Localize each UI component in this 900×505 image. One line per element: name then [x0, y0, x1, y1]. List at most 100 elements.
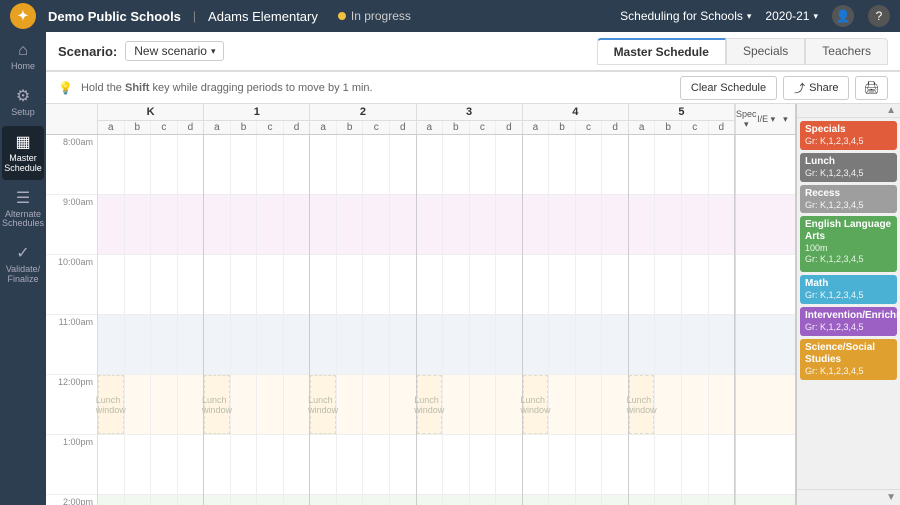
special-card-ela[interactable]: English Language Arts 100m Gr: K,1,2,3,4…: [800, 216, 897, 272]
special-card-recess[interactable]: Recess Gr: K,1,2,3,4,5: [800, 185, 897, 214]
help-icon[interactable]: ?: [868, 5, 890, 27]
5-col-a: a: [629, 121, 656, 134]
4-col-b: b: [549, 121, 576, 134]
time-col-header: [46, 104, 98, 134]
special-card-specials[interactable]: Specials Gr: K,1,2,3,4,5: [800, 121, 897, 150]
grade-name-1: 1: [204, 104, 309, 121]
year-dropdown[interactable]: 2020-21 ▾: [765, 9, 818, 23]
grid-inner: K a b c d 1 a: [46, 104, 795, 505]
grade-name-4: 4: [523, 104, 628, 121]
special-card-lunch-title: Lunch: [805, 156, 892, 168]
special-card-specials-title: Specials: [805, 124, 892, 136]
special-card-intervention[interactable]: Intervention/Enrichment Gr: K,1,2,3,4,5: [800, 307, 897, 336]
grade-header-4: 4 a b c d: [523, 104, 629, 134]
sidebar-label-alternate: AlternateSchedules: [2, 210, 44, 230]
tab-specials[interactable]: Specials: [726, 38, 805, 65]
specials-panel-scroll-up[interactable]: ▲: [797, 104, 900, 118]
k-col-d-cells[interactable]: [178, 135, 204, 505]
2-col-d: d: [390, 121, 416, 134]
4-col-c: c: [576, 121, 603, 134]
tab-teachers[interactable]: Teachers: [805, 38, 888, 65]
sidebar-item-home[interactable]: ⌂ Home: [2, 36, 44, 78]
1-col-a: a: [204, 121, 231, 134]
special-card-ela-title: English Language Arts: [805, 219, 892, 243]
tab-master-schedule[interactable]: Master Schedule: [597, 38, 726, 65]
grade-cols-2: Lunch window: [310, 135, 416, 505]
share-label: Share: [809, 82, 838, 94]
scenario-bar: Scenario: New scenario ▾ Master Schedule…: [46, 32, 900, 72]
grade-header-1: 1 a b c d: [204, 104, 310, 134]
2-col-b: b: [337, 121, 364, 134]
toolbar-hint: Hold the Shift key while dragging period…: [81, 82, 373, 94]
time-label-100: 1:00pm: [46, 435, 97, 495]
special-card-math-title: Math: [805, 278, 892, 290]
app-logo[interactable]: ✦: [10, 3, 36, 29]
k-col-c-cells[interactable]: [151, 135, 178, 505]
special-card-math-sub: Gr: K,1,2,3,4,5: [805, 290, 892, 301]
print-button[interactable]: 🖨: [855, 76, 888, 100]
grade-cols-1: Lunch window: [204, 135, 310, 505]
special-card-math[interactable]: Math Gr: K,1,2,3,4,5: [800, 275, 897, 304]
spec-col-label[interactable]: Spec ▾: [736, 109, 757, 130]
special-card-science-title: Science/Social Studies: [805, 342, 892, 366]
special-card-specials-sub: Gr: K,1,2,3,4,5: [805, 136, 892, 147]
3-col-d: d: [496, 121, 522, 134]
scheduling-dropdown[interactable]: Scheduling for Schools ▾: [620, 9, 751, 23]
validate-icon: ✓: [16, 243, 29, 263]
grade-name-5: 5: [629, 104, 734, 121]
grade-name-2: 2: [310, 104, 415, 121]
sidebar: ⌂ Home ⚙ Setup ▦ MasterSchedule ☰ Altern…: [0, 32, 46, 505]
specials-cards-list: Specials Gr: K,1,2,3,4,5 Lunch Gr: K,1,2…: [797, 118, 900, 489]
special-card-science[interactable]: Science/Social Studies Gr: K,1,2,3,4,5: [800, 339, 897, 380]
share-button[interactable]: ⤴ Share: [783, 76, 849, 100]
sidebar-item-alternate[interactable]: ☰ AlternateSchedules: [2, 182, 44, 236]
time-label-800: 8:00am: [46, 135, 97, 195]
special-card-intervention-sub: Gr: K,1,2,3,4,5: [805, 322, 892, 333]
time-label-900: 9:00am: [46, 195, 97, 255]
extra-col-label[interactable]: ▾: [776, 114, 795, 125]
scroll-down-icon: ▼: [886, 492, 896, 503]
grade-headers: K a b c d 1 a: [46, 104, 795, 135]
grade-name-3: 3: [417, 104, 522, 121]
k-col-b-cells[interactable]: [125, 135, 152, 505]
scenario-chevron-icon: ▾: [211, 46, 216, 57]
sidebar-label-validate: Validate/Finalize: [6, 265, 40, 285]
grade-header-k: K a b c d: [98, 104, 204, 134]
sidebar-item-setup[interactable]: ⚙ Setup: [2, 80, 44, 124]
scroll-up-icon: ▲: [886, 105, 896, 116]
scenario-value: New scenario: [134, 44, 207, 58]
1-col-b: b: [231, 121, 258, 134]
grade-cols-5: Lunch window: [629, 135, 735, 505]
3-col-a: a: [417, 121, 444, 134]
user-icon[interactable]: 👤: [832, 5, 854, 27]
clear-schedule-button[interactable]: Clear Schedule: [680, 76, 777, 100]
grade-cols-3: Lunch window: [417, 135, 523, 505]
sidebar-item-validate[interactable]: ✓ Validate/Finalize: [2, 237, 44, 291]
specials-panel-scroll-down[interactable]: ▼: [797, 489, 900, 505]
status-dot: [338, 12, 346, 20]
schedule-grid[interactable]: K a b c d 1 a: [46, 104, 795, 505]
nav-separator: |: [193, 9, 196, 23]
scenario-dropdown[interactable]: New scenario ▾: [125, 41, 224, 61]
grade-header-3: 3 a b c d: [417, 104, 523, 134]
special-card-intervention-title: Intervention/Enrichment: [805, 310, 892, 322]
grid-columns: Lunch window: [98, 135, 735, 505]
sidebar-item-master[interactable]: ▦ MasterSchedule: [2, 126, 44, 180]
main-content: Scenario: New scenario ▾ Master Schedule…: [46, 32, 900, 505]
sidebar-label-master: MasterSchedule: [4, 154, 42, 174]
grade-name-k: K: [98, 104, 203, 121]
k-col-a: a: [98, 121, 125, 134]
special-card-recess-title: Recess: [805, 188, 892, 200]
grade-cols-4: Lunch window: [523, 135, 629, 505]
year-label: 2020-21: [765, 9, 809, 23]
special-card-recess-sub: Gr: K,1,2,3,4,5: [805, 200, 892, 211]
toolbar: 💡 Hold the Shift key while dragging peri…: [46, 72, 900, 104]
k-col-b: b: [125, 121, 152, 134]
special-card-lunch[interactable]: Lunch Gr: K,1,2,3,4,5: [800, 153, 897, 182]
5-col-b: b: [655, 121, 682, 134]
chevron-down-icon: ▾: [747, 11, 752, 22]
k-col-a-cells[interactable]: Lunch window: [98, 135, 125, 505]
special-card-ela-duration: 100m: [805, 243, 892, 254]
share-icon: ⤴: [794, 80, 805, 96]
ie-col-label[interactable]: I/E ▾: [757, 114, 776, 125]
